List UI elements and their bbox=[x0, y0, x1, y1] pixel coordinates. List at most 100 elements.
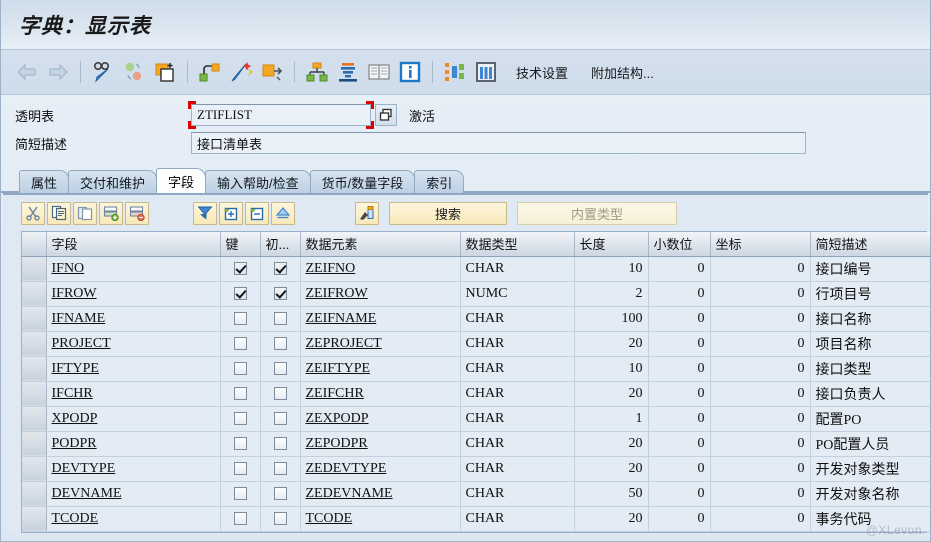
data-element-link[interactable]: ZEIFROW bbox=[306, 286, 368, 301]
delete-row-icon[interactable] bbox=[125, 201, 149, 225]
cell-initial-checkbox[interactable] bbox=[260, 306, 301, 332]
table-row[interactable]: DEVTYPE ZEDEVTYPE CHAR 20 0 0 开发对象类型 bbox=[22, 456, 930, 482]
field-name-link[interactable]: DEVNAME bbox=[52, 486, 122, 501]
row-selector[interactable] bbox=[22, 381, 47, 407]
field-name-link[interactable]: DEVTYPE bbox=[52, 461, 116, 476]
refresh-toggle-icon[interactable] bbox=[120, 58, 148, 86]
sort-filter-icon[interactable] bbox=[193, 201, 217, 225]
cell-data-element[interactable]: ZEDEVTYPE bbox=[300, 456, 461, 482]
row-selector[interactable] bbox=[22, 256, 47, 282]
field-name-link[interactable]: IFNO bbox=[52, 261, 85, 276]
table-row[interactable]: IFNO ZEIFNO CHAR 10 0 0 接口编号 bbox=[22, 256, 930, 282]
cell-field[interactable]: TCODE bbox=[46, 506, 221, 532]
field-name-link[interactable]: IFCHR bbox=[52, 386, 93, 401]
cell-key-checkbox[interactable] bbox=[220, 481, 261, 507]
append-structure-button[interactable]: 附加结构... bbox=[584, 59, 661, 86]
cell-initial-checkbox[interactable] bbox=[260, 356, 301, 382]
initial-checkbox[interactable] bbox=[273, 286, 287, 300]
magic-wand-icon[interactable] bbox=[227, 58, 255, 86]
cell-field[interactable]: DEVNAME bbox=[46, 481, 221, 507]
cut-icon[interactable] bbox=[21, 201, 45, 225]
key-checkbox[interactable] bbox=[233, 386, 247, 400]
search-button[interactable]: 搜索 bbox=[389, 201, 507, 225]
table-row[interactable]: IFNAME ZEIFNAME CHAR 100 0 0 接口名称 bbox=[22, 306, 930, 332]
data-element-link[interactable]: ZEIFNAME bbox=[306, 311, 377, 326]
cell-key-checkbox[interactable] bbox=[220, 431, 261, 457]
key-checkbox[interactable] bbox=[233, 286, 247, 300]
tab-entry-help-check[interactable]: 输入帮助/检查 bbox=[205, 170, 311, 193]
table-row[interactable]: PROJECT ZEPROJECT CHAR 20 0 0 项目名称 bbox=[22, 331, 930, 357]
data-element-link[interactable]: ZEIFCHR bbox=[306, 386, 364, 401]
tab-currency-quantity-fields[interactable]: 货币/数量字段 bbox=[309, 170, 416, 193]
tab-fields[interactable]: 字段 bbox=[156, 168, 207, 193]
cell-key-checkbox[interactable] bbox=[220, 281, 261, 307]
value-help-icon[interactable] bbox=[375, 104, 397, 126]
cell-field[interactable]: IFROW bbox=[46, 281, 221, 307]
data-element-link[interactable]: TCODE bbox=[306, 511, 353, 526]
cell-initial-checkbox[interactable] bbox=[260, 331, 301, 357]
key-checkbox[interactable] bbox=[233, 336, 247, 350]
cell-data-element[interactable]: ZEXPODP bbox=[300, 406, 461, 432]
cell-field[interactable]: IFNAME bbox=[46, 306, 221, 332]
column-header-length[interactable]: 长度 bbox=[574, 232, 649, 257]
table-row[interactable]: IFCHR ZEIFCHR CHAR 20 0 0 接口负责人 bbox=[22, 381, 930, 407]
expand-object-icon[interactable] bbox=[258, 58, 286, 86]
cell-data-element[interactable]: ZEIFCHR bbox=[300, 381, 461, 407]
initial-checkbox[interactable] bbox=[273, 461, 287, 475]
cell-initial-checkbox[interactable] bbox=[260, 256, 301, 282]
cell-data-element[interactable]: TCODE bbox=[300, 506, 461, 532]
back-arrow-icon[interactable] bbox=[13, 58, 41, 86]
row-selector[interactable] bbox=[22, 331, 47, 357]
field-name-link[interactable]: XPODP bbox=[52, 411, 98, 426]
initial-checkbox[interactable] bbox=[273, 511, 287, 525]
cell-initial-checkbox[interactable] bbox=[260, 506, 301, 532]
where-used-icon[interactable] bbox=[196, 58, 224, 86]
short-description-input[interactable]: 接口清单表 bbox=[191, 132, 806, 154]
cell-initial-checkbox[interactable] bbox=[260, 406, 301, 432]
table-row[interactable]: IFTYPE ZEIFTYPE CHAR 10 0 0 接口类型 bbox=[22, 356, 930, 382]
initial-checkbox[interactable] bbox=[273, 411, 287, 425]
key-checkbox[interactable] bbox=[233, 486, 247, 500]
tab-indexes[interactable]: 索引 bbox=[414, 170, 465, 193]
column-header-key[interactable]: 键 bbox=[220, 232, 261, 257]
cell-key-checkbox[interactable] bbox=[220, 331, 261, 357]
table-columns-icon[interactable] bbox=[472, 58, 500, 86]
cell-data-element[interactable]: ZEIFNAME bbox=[300, 306, 461, 332]
table-name-input[interactable]: ZTIFLIST bbox=[188, 101, 374, 129]
cell-data-element[interactable]: ZEPROJECT bbox=[300, 331, 461, 357]
field-name-link[interactable]: TCODE bbox=[52, 511, 99, 526]
insert-row-icon[interactable] bbox=[99, 201, 123, 225]
key-checkbox[interactable] bbox=[233, 461, 247, 475]
column-header-field[interactable]: 字段 bbox=[46, 232, 221, 257]
copy-object-icon[interactable] bbox=[151, 58, 179, 86]
cell-initial-checkbox[interactable] bbox=[260, 481, 301, 507]
field-name-link[interactable]: IFTYPE bbox=[52, 361, 99, 376]
cell-data-element[interactable]: ZEIFNO bbox=[300, 256, 461, 282]
cell-field[interactable]: IFNO bbox=[46, 256, 221, 282]
initial-checkbox[interactable] bbox=[273, 336, 287, 350]
cell-initial-checkbox[interactable] bbox=[260, 431, 301, 457]
cell-data-element[interactable]: ZEPODPR bbox=[300, 431, 461, 457]
documentation-icon[interactable] bbox=[365, 58, 393, 86]
paste-icon[interactable] bbox=[73, 201, 97, 225]
row-selector[interactable] bbox=[22, 406, 47, 432]
cell-key-checkbox[interactable] bbox=[220, 356, 261, 382]
select-all-header[interactable] bbox=[22, 232, 47, 257]
expand-all-icon[interactable] bbox=[219, 201, 243, 225]
data-element-link[interactable]: ZEXPODP bbox=[306, 411, 369, 426]
cell-field[interactable]: XPODP bbox=[46, 406, 221, 432]
row-selector[interactable] bbox=[22, 506, 47, 532]
row-selector[interactable] bbox=[22, 281, 47, 307]
cell-key-checkbox[interactable] bbox=[220, 256, 261, 282]
field-name-link[interactable]: PROJECT bbox=[52, 336, 111, 351]
column-header-coord[interactable]: 坐标 bbox=[710, 232, 811, 257]
data-element-link[interactable]: ZEPROJECT bbox=[306, 336, 382, 351]
cell-initial-checkbox[interactable] bbox=[260, 381, 301, 407]
initial-checkbox[interactable] bbox=[273, 436, 287, 450]
collapse-all-icon[interactable] bbox=[245, 201, 269, 225]
column-header-data-type[interactable]: 数据类型 bbox=[460, 232, 575, 257]
row-selector[interactable] bbox=[22, 306, 47, 332]
key-checkbox[interactable] bbox=[233, 511, 247, 525]
cell-initial-checkbox[interactable] bbox=[260, 456, 301, 482]
column-header-decimals[interactable]: 小数位 bbox=[648, 232, 711, 257]
